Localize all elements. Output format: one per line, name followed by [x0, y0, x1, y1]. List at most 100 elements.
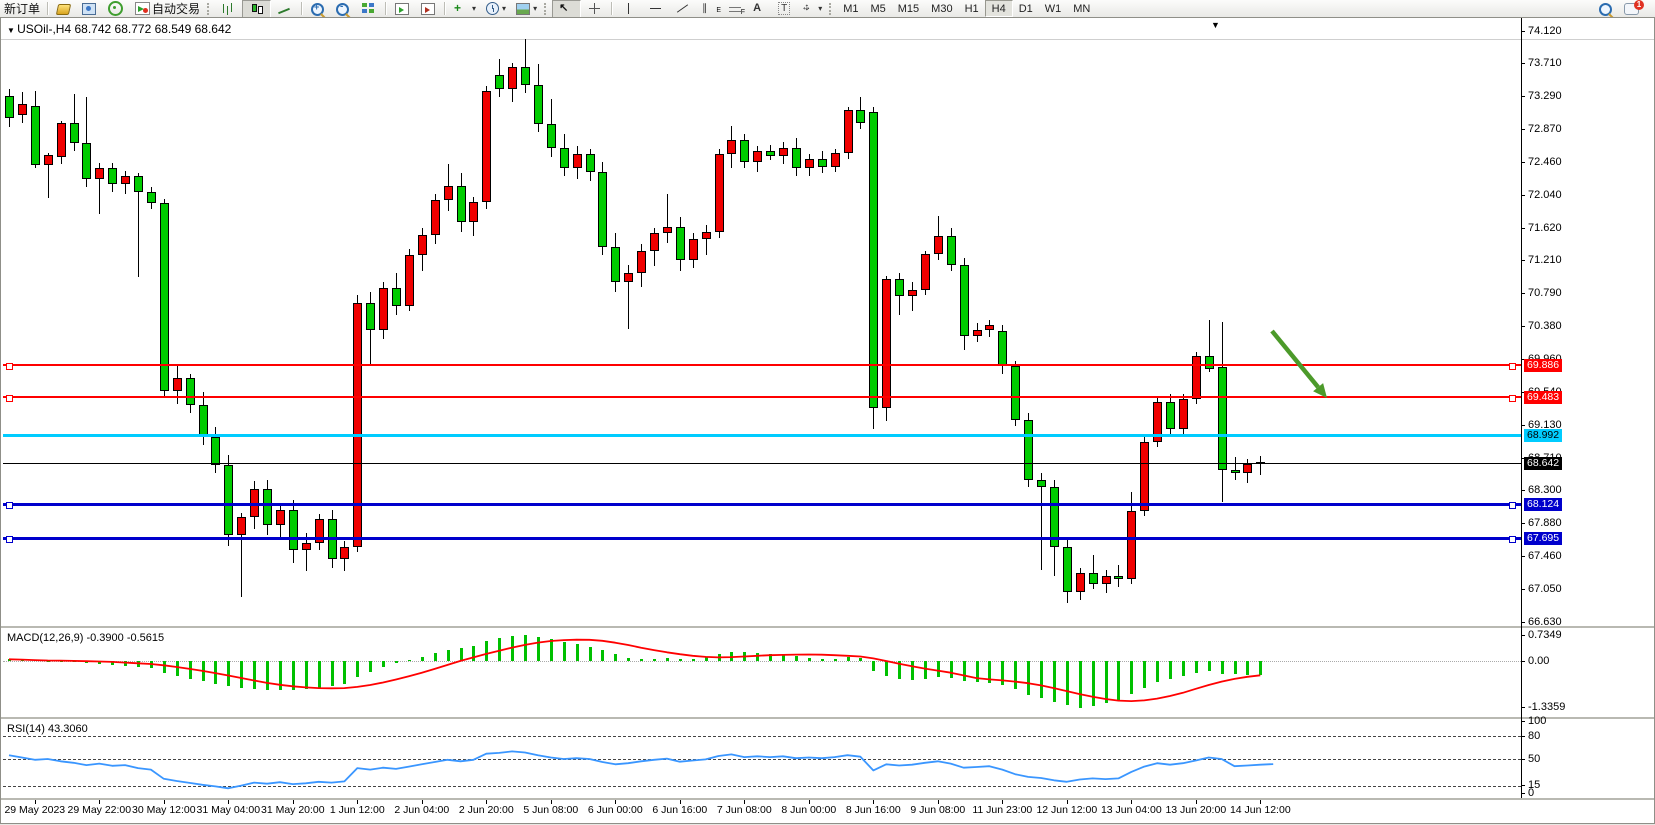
text-tool-button[interactable]: A	[747, 1, 774, 17]
crosshair-tool-button[interactable]	[581, 1, 608, 17]
hline-68.642[interactable]	[3, 463, 1521, 464]
candlestick-mode-button[interactable]	[242, 0, 271, 18]
hline-handle[interactable]	[1509, 502, 1516, 509]
add-indicator-button[interactable]: +▾	[448, 1, 480, 17]
strategy-pause-button[interactable]	[415, 1, 441, 17]
macd-label: MACD(12,26,9) -0.3900 -0.5615	[7, 632, 164, 644]
arrows-icon: ↔↕	[800, 2, 815, 15]
toolbar-separator	[47, 2, 48, 15]
hline-handle[interactable]	[6, 395, 13, 402]
candle	[908, 290, 917, 296]
candle	[276, 510, 285, 526]
timeframe-button-mn[interactable]: MN	[1067, 1, 1096, 16]
timeframe-button-m5[interactable]: M5	[864, 1, 891, 16]
hline-handle[interactable]	[1509, 536, 1516, 543]
time-label: 6 Jun 16:00	[652, 804, 707, 816]
arrows-tool-button[interactable]: ↔↕▾	[794, 1, 826, 17]
candle-wick	[667, 194, 668, 243]
time-label: 6 Jun 00:00	[588, 804, 643, 816]
cursor-tool-button[interactable]: ↖	[552, 0, 581, 18]
timeframe-button-h1[interactable]: H1	[959, 1, 985, 16]
candle	[31, 106, 40, 165]
vertical-line-tool-button[interactable]	[615, 1, 642, 17]
hline-69.483[interactable]	[3, 396, 1521, 398]
candle	[121, 176, 130, 184]
hline-handle[interactable]	[1509, 363, 1516, 370]
template-menu-button[interactable]: ▾	[510, 1, 541, 17]
macd-histogram-bar	[1053, 661, 1056, 702]
panel-separator-macd-rsi[interactable]	[1, 717, 1654, 720]
channel-tool-button[interactable]: ∥E	[696, 1, 723, 17]
notifications-button[interactable]: 1	[1618, 1, 1645, 17]
time-label: 13 Jun 04:00	[1101, 804, 1162, 816]
search-button[interactable]	[1593, 1, 1618, 17]
hline-handle[interactable]	[6, 363, 13, 370]
time-label: 30 May 12:00	[132, 804, 196, 816]
new-order-button[interactable]: 新订单	[0, 1, 44, 17]
market-watch-button[interactable]	[76, 1, 102, 17]
macd-histogram-bar	[124, 661, 127, 666]
toolbar-grip[interactable]	[207, 3, 212, 15]
macd-histogram-bar	[1221, 661, 1224, 674]
macd-histogram-bar	[1105, 661, 1108, 703]
chart-profile-button[interactable]	[51, 1, 76, 17]
candle	[831, 153, 840, 167]
toolbar-grip[interactable]	[829, 3, 834, 15]
macd-histogram-bar	[653, 659, 656, 661]
price-tick-label: 72.460	[1528, 156, 1562, 168]
text-label-tool-button[interactable]: T	[774, 1, 794, 17]
macd-histogram-bar	[1014, 661, 1017, 689]
macd-histogram-bar	[589, 647, 592, 661]
chart-shift-marker[interactable]: ▼	[1211, 20, 1220, 30]
timeframe-button-m15[interactable]: M15	[892, 1, 925, 16]
hline-handle[interactable]	[6, 502, 13, 509]
trendline-tool-button[interactable]	[669, 1, 696, 17]
timeframe-button-d1[interactable]: D1	[1013, 1, 1039, 16]
zoom-out-button[interactable]	[330, 1, 355, 17]
tile-windows-button[interactable]	[355, 1, 382, 17]
line-chart-mode-button[interactable]	[271, 1, 298, 17]
zoom-in-button[interactable]	[305, 1, 330, 17]
panel-separator-rsi-time[interactable]	[1, 798, 1654, 801]
macd-tick-label: 0.00	[1528, 655, 1549, 667]
hline-handle[interactable]	[6, 536, 13, 543]
macd-histogram-bar	[834, 659, 837, 661]
timeframe-button-m1[interactable]: M1	[837, 1, 864, 16]
fibonacci-tool-button[interactable]: F	[723, 1, 747, 17]
candle	[702, 232, 711, 240]
timeframe-button-m30[interactable]: M30	[925, 1, 958, 16]
timeframe-button-h4[interactable]: H4	[985, 0, 1013, 17]
timeframe-button-w1[interactable]: W1	[1039, 1, 1068, 16]
text-label-icon: T	[778, 2, 790, 15]
panel-separator-price-macd[interactable]	[1, 626, 1654, 629]
macd-histogram-bar	[885, 661, 888, 676]
hline-68.992[interactable]	[3, 434, 1521, 437]
auto-trading-button[interactable]: 自动交易	[129, 1, 204, 17]
candle	[521, 67, 530, 84]
macd-tick-label: 0.7349	[1528, 629, 1562, 641]
candle	[573, 154, 582, 168]
candle	[960, 265, 969, 336]
candle	[134, 176, 143, 192]
clock-icon	[486, 2, 499, 15]
strategy-tester-button[interactable]	[389, 1, 415, 17]
horizontal-line-tool-button[interactable]	[642, 1, 669, 17]
signal-button[interactable]	[102, 1, 129, 17]
arrow-annotation-line[interactable]	[1272, 331, 1318, 387]
hline-68.124[interactable]	[3, 503, 1521, 506]
period-menu-button[interactable]: ▾	[480, 1, 510, 17]
rsi-level-line	[3, 736, 1521, 737]
macd-histogram-bar	[356, 661, 359, 677]
macd-histogram-bar	[485, 641, 488, 661]
price-tick-label: 71.620	[1528, 222, 1562, 234]
candle	[95, 168, 104, 178]
hline-67.695[interactable]	[3, 537, 1521, 540]
chart-window[interactable]: ▼ USOil-,H4 68.742 68.772 68.549 68.642 …	[0, 17, 1655, 824]
macd-histogram-bar	[821, 659, 824, 661]
hline-69.886[interactable]	[3, 364, 1521, 366]
candlestick-icon	[249, 2, 264, 15]
toolbar-grip[interactable]	[544, 3, 549, 15]
bar-chart-mode-button[interactable]	[215, 1, 242, 17]
hline-handle[interactable]	[1509, 395, 1516, 402]
price-tick-mark	[1521, 31, 1525, 32]
